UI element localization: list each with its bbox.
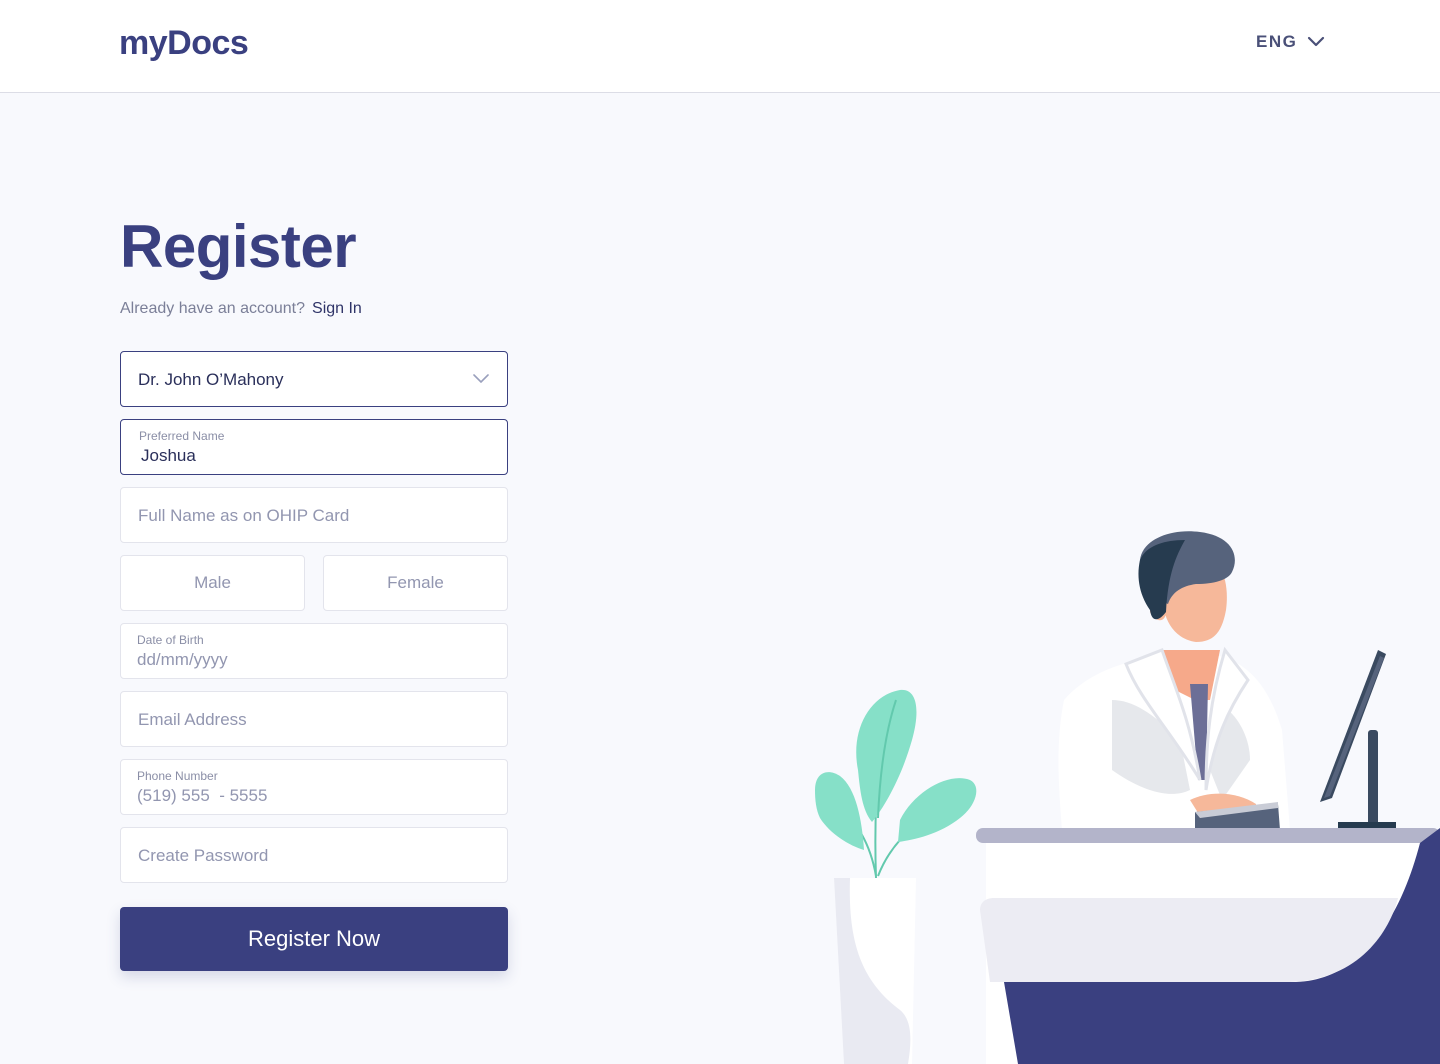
signin-question: Already have an account? [120, 300, 306, 317]
signin-prompt: Already have an account? Sign In [120, 300, 362, 318]
doctor-select-value: Dr. John O’Mahony [138, 370, 284, 389]
top-bar: myDocs ENG [0, 0, 1440, 93]
register-now-button[interactable]: Register Now [120, 907, 508, 971]
password-field[interactable]: Create Password [120, 827, 508, 883]
password-placeholder: Create Password [138, 846, 269, 865]
dob-field[interactable]: Date of Birth dd/mm/yyyy [120, 623, 508, 679]
phone-field[interactable]: Phone Number (519) 555 - 5555 [120, 759, 508, 815]
doctor-select[interactable]: Dr. John O’Mahony [120, 351, 508, 407]
email-field[interactable]: Email Address [120, 691, 508, 747]
gender-male-button[interactable]: Male [120, 555, 305, 611]
phone-label: Phone Number [137, 769, 218, 783]
reception-desk [976, 828, 1440, 1064]
full-name-field[interactable]: Full Name as on OHIP Card [120, 487, 508, 543]
page-title: Register [120, 213, 357, 280]
full-name-placeholder: Full Name as on OHIP Card [138, 506, 350, 525]
signin-link[interactable]: Sign In [312, 300, 362, 318]
chevron-down-icon [1308, 36, 1325, 47]
language-label: ENG [1256, 32, 1298, 51]
doctor-figure [1058, 531, 1290, 830]
logo[interactable]: myDocs [119, 24, 249, 63]
plant-icon [815, 689, 977, 1064]
email-placeholder: Email Address [138, 710, 247, 729]
phone-placeholder: (519) 555 - 5555 [137, 786, 268, 805]
preferred-name-label: Preferred Name [139, 429, 225, 443]
chevron-down-icon [473, 374, 489, 383]
dob-label: Date of Birth [137, 633, 204, 647]
monitor-icon [1320, 650, 1396, 828]
preferred-name-field[interactable]: Preferred Name Joshua [120, 419, 508, 475]
dob-placeholder: dd/mm/yyyy [137, 650, 228, 669]
language-selector[interactable]: ENG [1256, 30, 1325, 54]
doctor-at-desk-illustration [815, 531, 1440, 1064]
preferred-name-value: Joshua [141, 446, 196, 465]
gender-female-button[interactable]: Female [323, 555, 508, 611]
